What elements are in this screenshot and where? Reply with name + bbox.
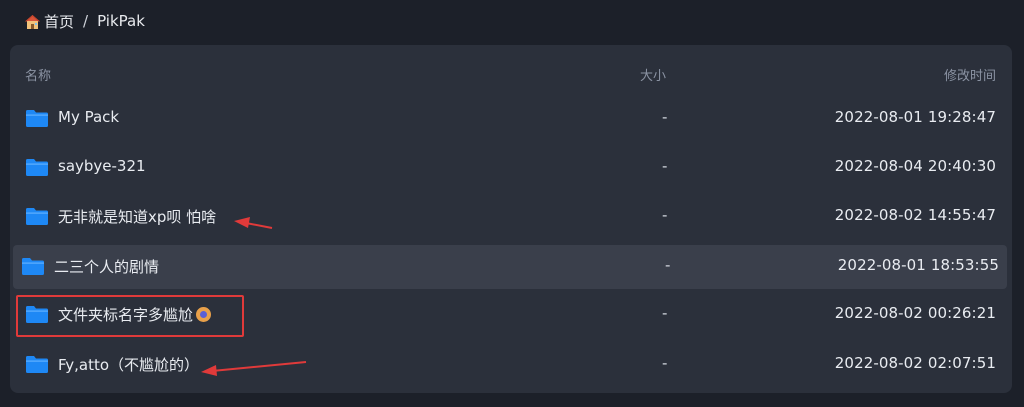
file-list-panel: 名称 大小 修改时间 My Pack - 2022-08-01 19:28:47…: [10, 45, 1012, 393]
column-header-modified-time[interactable]: 修改时间: [944, 65, 996, 84]
red-highlight-box: [16, 295, 244, 337]
table-row[interactable]: saybye-321 - 2022-08-04 20:40:30: [10, 146, 1012, 190]
row-size: -: [662, 157, 668, 175]
breadcrumb-current[interactable]: PikPak: [97, 12, 145, 30]
row-name: My Pack: [58, 108, 120, 126]
row-name: 二三个人的剧情: [54, 258, 160, 276]
row-name: saybye-321: [58, 157, 146, 175]
row-modified-time: 2022-08-02 14:55:47: [834, 206, 996, 224]
table-header: 名称 大小 修改时间: [10, 45, 1012, 99]
table-row[interactable]: 无非就是知道xp呗 怕啥 - 2022-08-02 14:55:47: [10, 195, 1012, 239]
folder-icon: [26, 158, 48, 176]
breadcrumb: 首页 / PikPak: [24, 9, 145, 33]
table-row[interactable]: Fy,atto（不尴尬的） - 2022-08-02 02:07:51: [10, 343, 1012, 387]
row-modified-time: 2022-08-01 19:28:47: [834, 108, 996, 126]
row-modified-time: 2022-08-02 00:26:21: [834, 304, 996, 322]
row-name: 无非就是知道xp呗 怕啥: [58, 208, 217, 226]
column-header-name[interactable]: 名称: [25, 65, 51, 84]
row-size: -: [662, 304, 668, 322]
house-icon[interactable]: [24, 13, 41, 30]
folder-icon: [26, 207, 48, 225]
folder-icon: [26, 109, 48, 127]
row-size: -: [662, 108, 668, 126]
table-row-hovered[interactable]: 二三个人的剧情 - 2022-08-01 18:53:55: [13, 245, 1007, 289]
row-modified-time: 2022-08-01 18:53:55: [837, 256, 999, 274]
column-header-size[interactable]: 大小: [640, 65, 666, 84]
table-row[interactable]: My Pack - 2022-08-01 19:28:47: [10, 97, 1012, 141]
folder-icon: [22, 257, 44, 275]
breadcrumb-home[interactable]: 首页: [44, 11, 74, 32]
row-modified-time: 2022-08-04 20:40:30: [834, 157, 996, 175]
row-size: -: [662, 354, 668, 372]
row-size: -: [665, 256, 671, 274]
row-name: Fy,atto（不尴尬的）: [58, 356, 200, 374]
row-size: -: [662, 206, 668, 224]
folder-icon: [26, 355, 48, 373]
breadcrumb-separator: /: [83, 12, 89, 30]
row-modified-time: 2022-08-02 02:07:51: [834, 354, 996, 372]
